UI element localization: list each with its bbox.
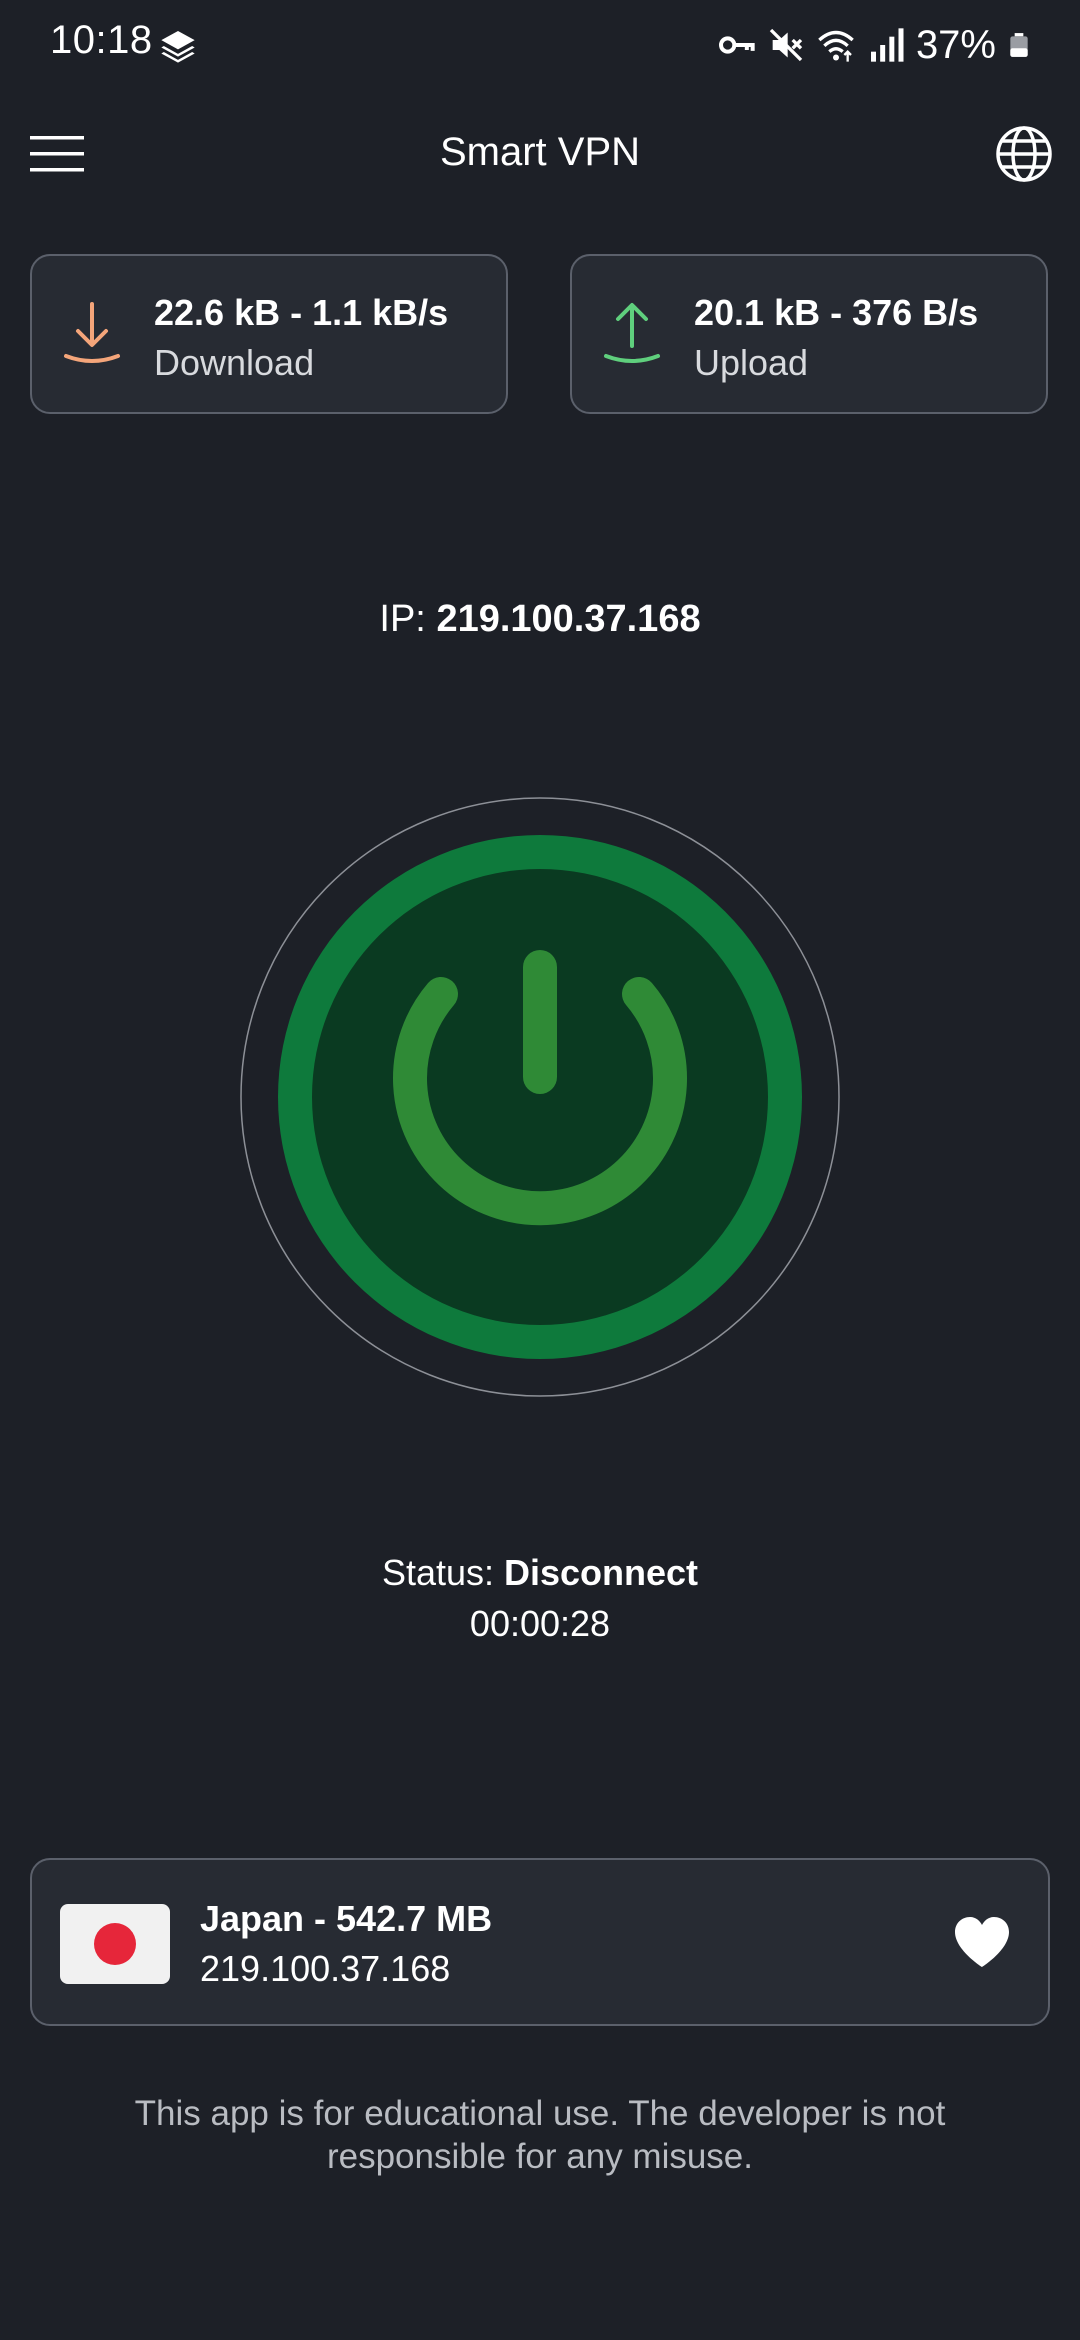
status-icons: 37% [716, 18, 1032, 72]
upload-arrow-icon [604, 303, 660, 363]
vpn-key-icon [718, 36, 755, 54]
power-inner-disc [312, 869, 768, 1325]
server-ip: 219.100.37.168 [200, 1948, 451, 1989]
mute-icon [769, 28, 803, 62]
app-bar: Smart VPN [0, 112, 1080, 196]
status-bar: 10:18 37% [0, 0, 1080, 92]
wifi-icon [818, 30, 854, 62]
globe-icon[interactable] [994, 124, 1054, 184]
app-title: Smart VPN [439, 130, 641, 174]
connection-status: Status: Disconnect [0, 1552, 1080, 1594]
download-value: 22.6 kB - 1.1 kB/s [154, 292, 449, 333]
status-value: Disconnect [504, 1552, 699, 1593]
heart-icon[interactable] [952, 1914, 1012, 1970]
status-label: Status: [381, 1552, 504, 1593]
download-label: Download [154, 342, 315, 383]
battery-percent: 37% [915, 22, 996, 67]
server-selector-card[interactable]: Japan - 542.7 MB 219.100.37.168 [30, 1858, 1050, 2026]
status-time: 10:18 [50, 18, 153, 62]
signal-icon [870, 28, 904, 62]
japan-flag-icon [60, 1904, 170, 1984]
download-card: 22.6 kB - 1.1 kB/s Download [30, 254, 508, 414]
upload-card: 20.1 kB - 376 B/s Upload [570, 254, 1048, 414]
power-button[interactable] [240, 797, 840, 1397]
server-name: Japan - 542.7 MB [200, 1898, 493, 1939]
connection-timer: 00:00:28 [469, 1603, 611, 1644]
upload-value: 20.1 kB - 376 B/s [694, 292, 979, 333]
ip-label: IP: [379, 598, 437, 640]
ip-address-line: IP: 219.100.37.168 [0, 598, 1080, 641]
disclaimer-text: This app is for educational use. The dev… [134, 2094, 946, 2176]
download-arrow-icon [64, 302, 120, 363]
upload-label: Upload [694, 342, 809, 383]
battery-icon [1010, 33, 1028, 57]
ip-value: 219.100.37.168 [436, 598, 701, 640]
layers-icon [161, 31, 195, 63]
